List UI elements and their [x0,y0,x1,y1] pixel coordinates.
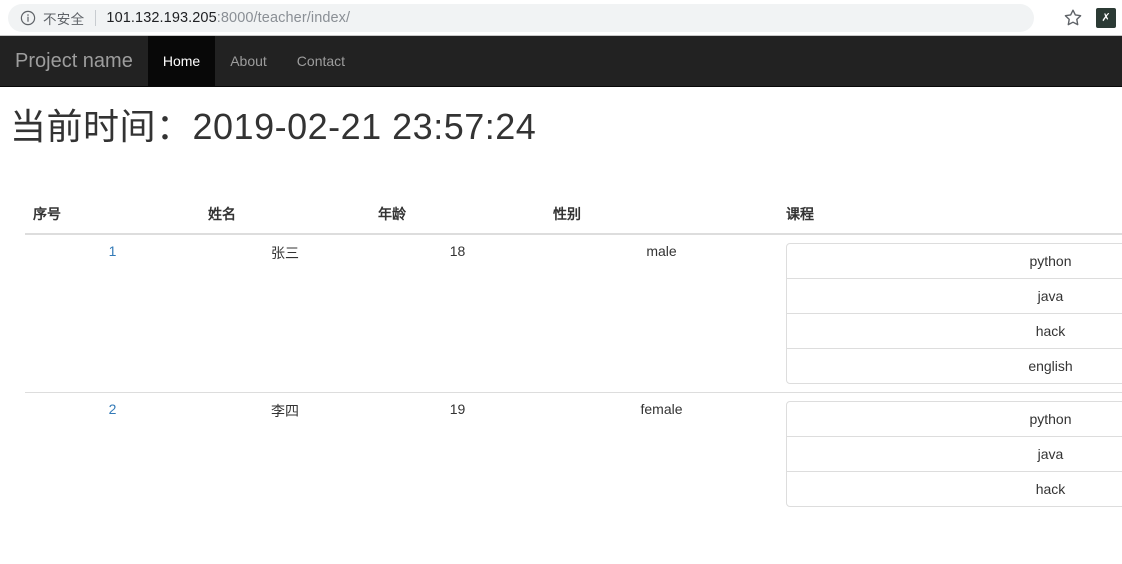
table-header-row: 序号 姓名 年龄 性别 课程 [25,195,1122,235]
info-circle-icon[interactable] [20,10,36,26]
table-head: 序号 姓名 年龄 性别 课程 [25,195,1122,235]
omnibox-divider [95,10,97,26]
row-id-link[interactable]: 1 [109,243,117,259]
course-name: java [787,277,1122,313]
row-id-link[interactable]: 2 [109,401,117,417]
nav-link-contact[interactable]: Contact [282,36,360,86]
page-content: 当前时间：2019-02-21 23:57:24 序号 姓名 年龄 性别 课程 … [0,107,1122,515]
course-table: python java hack [786,400,1122,507]
page-title: 当前时间：2019-02-21 23:57:24 [10,106,537,147]
column-header-age: 年龄 [370,195,545,235]
course-name: hack [787,312,1122,348]
course-name: hack [787,470,1122,506]
cell-age: 18 [370,233,545,393]
table-body: 1 张三 18 male python java hack english 2 … [25,233,1122,515]
course-row: java [787,435,1122,471]
nav-link-about[interactable]: About [215,36,282,86]
teacher-table: 序号 姓名 年龄 性别 课程 1 张三 18 male python java … [25,195,1122,515]
navbar: Project name Home About Contact [0,36,1122,87]
nav-item-contact[interactable]: Contact [282,36,360,86]
cell-name: 李四 [200,391,370,515]
cell-gender: male [545,233,778,393]
browser-toolbar: 不安全 101.132.193.205:8000/teacher/index/ … [0,0,1122,36]
cell-age: 19 [370,391,545,515]
address-bar[interactable]: 不安全 101.132.193.205:8000/teacher/index/ [8,4,1034,32]
cell-courses: python java hack english [778,233,1122,393]
course-row: python [787,402,1122,436]
course-table: python java hack english [786,242,1122,384]
column-header-name: 姓名 [200,195,370,235]
navbar-brand[interactable]: Project name [0,36,148,86]
url-host: 101.132.193.205 [106,10,217,26]
cell-name: 张三 [200,233,370,393]
nav-link-home[interactable]: Home [147,36,216,86]
navbar-menu: Home About Contact [147,36,360,86]
url-path: :8000/teacher/index/ [216,10,351,26]
course-row: java [787,277,1122,313]
table-row: 1 张三 18 male python java hack english [25,233,1122,393]
course-row: hack [787,312,1122,348]
column-header-id: 序号 [25,195,200,235]
teacher-table-container: 序号 姓名 年龄 性别 课程 1 张三 18 male python java … [25,195,1122,515]
course-name: python [1029,252,1072,269]
column-header-courses: 课程 [778,195,1122,235]
star-icon[interactable] [1062,7,1084,29]
column-header-gender: 性别 [545,195,778,235]
cell-courses: python java hack [778,391,1122,515]
cell-id: 2 [25,391,200,515]
course-row: python [787,244,1122,278]
nav-item-home[interactable]: Home [147,36,216,86]
table-row: 2 李四 19 female python java hack [25,391,1122,515]
course-name: java [787,435,1122,471]
cell-gender: female [545,391,778,515]
course-row: english [787,347,1122,383]
course-name: python [1029,410,1072,427]
url-text[interactable]: 101.132.193.205:8000/teacher/index/ [106,10,350,26]
course-name: english [787,347,1122,383]
course-row: hack [787,470,1122,506]
extension-icon[interactable]: ✗ [1096,8,1116,28]
toolbar-actions: ✗ [1062,0,1116,36]
cell-id: 1 [25,233,200,393]
nav-item-about[interactable]: About [215,36,282,86]
security-label: 不安全 [43,12,85,27]
